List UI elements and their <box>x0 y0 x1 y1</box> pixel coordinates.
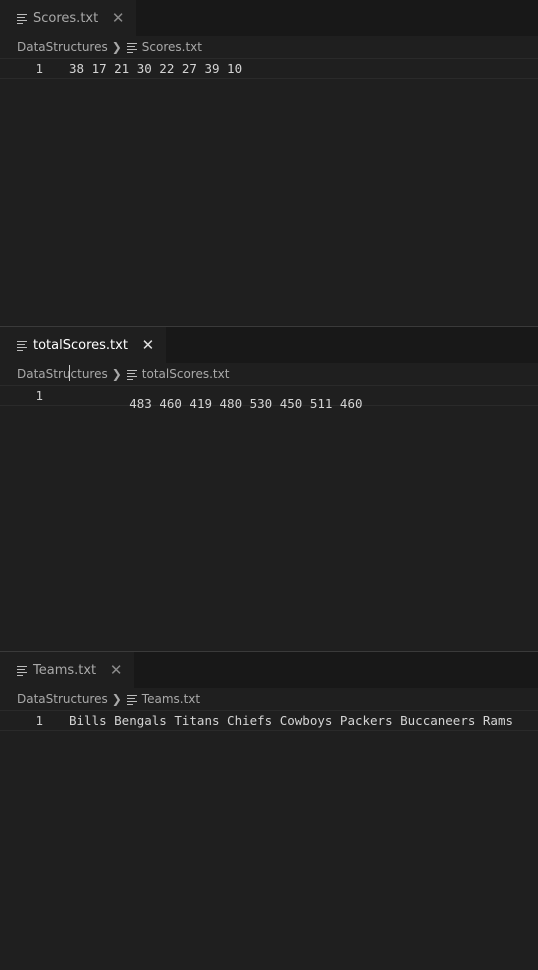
chevron-right-icon: ❯ <box>111 692 122 706</box>
breadcrumb-file[interactable]: Scores.txt <box>142 40 202 54</box>
breadcrumb: DataStructures ❯ Teams.txt <box>0 688 538 710</box>
close-icon[interactable]: ✕ <box>140 337 156 353</box>
editor-line[interactable]: 1 38 17 21 30 22 27 39 10 <box>0 58 538 79</box>
text-editor[interactable]: 1 Bills Bengals Titans Chiefs Cowboys Pa… <box>0 710 538 731</box>
tab-label: Scores.txt <box>33 10 99 26</box>
text-editor[interactable]: 1 38 17 21 30 22 27 39 10 <box>0 58 538 79</box>
file-lines-icon <box>17 665 27 676</box>
breadcrumb-folder[interactable]: DataStructures <box>17 40 108 54</box>
close-icon[interactable]: ✕ <box>110 10 126 26</box>
text-cursor <box>69 364 70 381</box>
line-number: 1 <box>35 61 43 76</box>
tab-total-scores[interactable]: totalScores.txt ✕ <box>0 327 166 363</box>
line-number: 1 <box>35 388 43 403</box>
line-text-container[interactable]: 483 460 419 480 530 450 511 460 <box>69 364 363 426</box>
editor-group-teams: Teams.txt ✕ DataStructures ❯ Teams.txt 1… <box>0 651 538 970</box>
close-icon[interactable]: ✕ <box>108 662 124 678</box>
file-lines-icon <box>17 340 27 351</box>
file-lines-icon <box>126 694 137 705</box>
file-lines-icon <box>17 13 27 24</box>
editor-group-total-scores: totalScores.txt ✕ DataStructures ❯ total… <box>0 326 538 651</box>
breadcrumb-file[interactable]: Teams.txt <box>142 692 200 706</box>
breadcrumb: DataStructures ❯ Scores.txt <box>0 36 538 58</box>
line-text: 483 460 419 480 530 450 511 460 <box>129 395 363 411</box>
text-editor[interactable]: 1 483 460 419 480 530 450 511 460 <box>0 364 538 411</box>
file-lines-icon <box>126 42 137 53</box>
tab-label: Teams.txt <box>33 662 97 678</box>
editor-line[interactable]: 1 Bills Bengals Titans Chiefs Cowboys Pa… <box>0 710 538 731</box>
tab-bar: totalScores.txt ✕ <box>0 327 538 363</box>
chevron-right-icon: ❯ <box>111 40 122 54</box>
line-text[interactable]: Bills Bengals Titans Chiefs Cowboys Pack… <box>69 713 513 728</box>
tab-teams[interactable]: Teams.txt ✕ <box>0 652 135 688</box>
tab-scores[interactable]: Scores.txt ✕ <box>0 0 137 36</box>
breadcrumb-folder[interactable]: DataStructures <box>17 692 108 706</box>
line-text[interactable]: 38 17 21 30 22 27 39 10 <box>69 61 242 76</box>
line-number: 1 <box>35 713 43 728</box>
editor-group-scores: Scores.txt ✕ DataStructures ❯ Scores.txt… <box>0 0 538 325</box>
editor-line[interactable]: 1 483 460 419 480 530 450 511 460 <box>0 364 538 411</box>
tab-bar: Scores.txt ✕ <box>0 0 538 36</box>
tab-bar: Teams.txt ✕ <box>0 652 538 688</box>
tab-label: totalScores.txt <box>33 337 128 353</box>
